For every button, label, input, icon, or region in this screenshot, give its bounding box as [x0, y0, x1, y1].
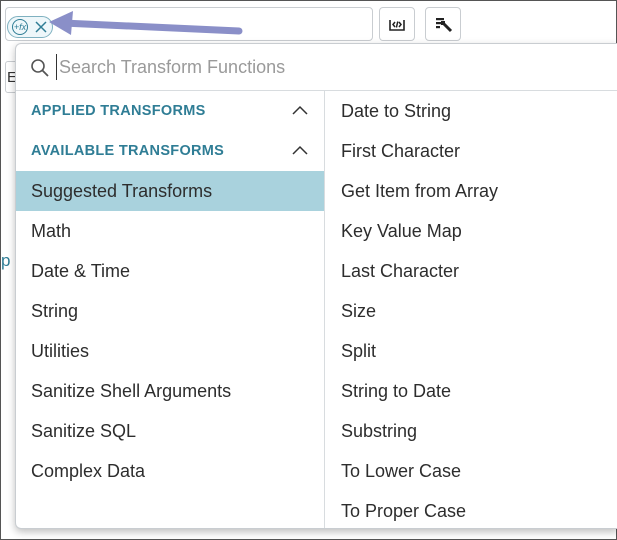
search-input[interactable] — [56, 54, 579, 80]
function-item[interactable]: Substring — [325, 411, 617, 451]
function-item[interactable]: First Character — [325, 131, 617, 171]
applied-transforms-label: APPLIED TRANSFORMS — [31, 103, 206, 119]
code-tag-icon — [389, 20, 405, 31]
category-complex-data[interactable]: Complex Data — [16, 451, 324, 491]
background-text: p — [1, 251, 11, 270]
category-suggested-transforms[interactable]: Suggested Transforms — [16, 171, 324, 211]
chevron-up-icon[interactable] — [292, 105, 308, 115]
available-transforms-label: AVAILABLE TRANSFORMS — [31, 143, 225, 159]
category-string[interactable]: String — [16, 291, 324, 331]
function-item[interactable]: Date to String — [325, 91, 617, 131]
code-view-button[interactable] — [379, 7, 415, 41]
search-row — [16, 44, 617, 91]
transform-dropdown: APPLIED TRANSFORMS AVAILABLE TRANSFORMS … — [15, 43, 617, 529]
function-item[interactable]: Get Item from Array — [325, 171, 617, 211]
app-frame: +fx Ette p APPLIED — [0, 0, 617, 540]
function-item[interactable]: To Lower Case — [325, 451, 617, 491]
category-utilities[interactable]: Utilities — [16, 331, 324, 371]
function-item[interactable]: To Proper Case — [325, 491, 617, 531]
applied-transforms-header[interactable]: APPLIED TRANSFORMS — [16, 91, 324, 131]
category-list: APPLIED TRANSFORMS AVAILABLE TRANSFORMS … — [16, 91, 325, 528]
fx-icon: +fx — [12, 19, 28, 35]
function-item[interactable]: Last Character — [325, 251, 617, 291]
function-item[interactable]: Key Value Map — [325, 211, 617, 251]
search-icon — [31, 59, 49, 77]
function-item[interactable]: String to Date — [325, 371, 617, 411]
category-date-time[interactable]: Date & Time — [16, 251, 324, 291]
category-sanitize-shell-arguments[interactable]: Sanitize Shell Arguments — [16, 371, 324, 411]
expression-input[interactable] — [5, 7, 373, 41]
available-transforms-header[interactable]: AVAILABLE TRANSFORMS — [16, 131, 324, 171]
close-icon[interactable] — [33, 19, 49, 35]
function-list: Date to String First Character Get Item … — [325, 91, 617, 528]
function-item[interactable]: Size — [325, 291, 617, 331]
function-item[interactable]: Split — [325, 331, 617, 371]
category-sanitize-sql[interactable]: Sanitize SQL — [16, 411, 324, 451]
category-math[interactable]: Math — [16, 211, 324, 251]
mapping-tool-button[interactable] — [425, 7, 461, 41]
list-wand-icon — [436, 18, 453, 33]
chevron-up-icon[interactable] — [292, 145, 308, 155]
transform-chip[interactable]: +fx — [7, 16, 53, 38]
